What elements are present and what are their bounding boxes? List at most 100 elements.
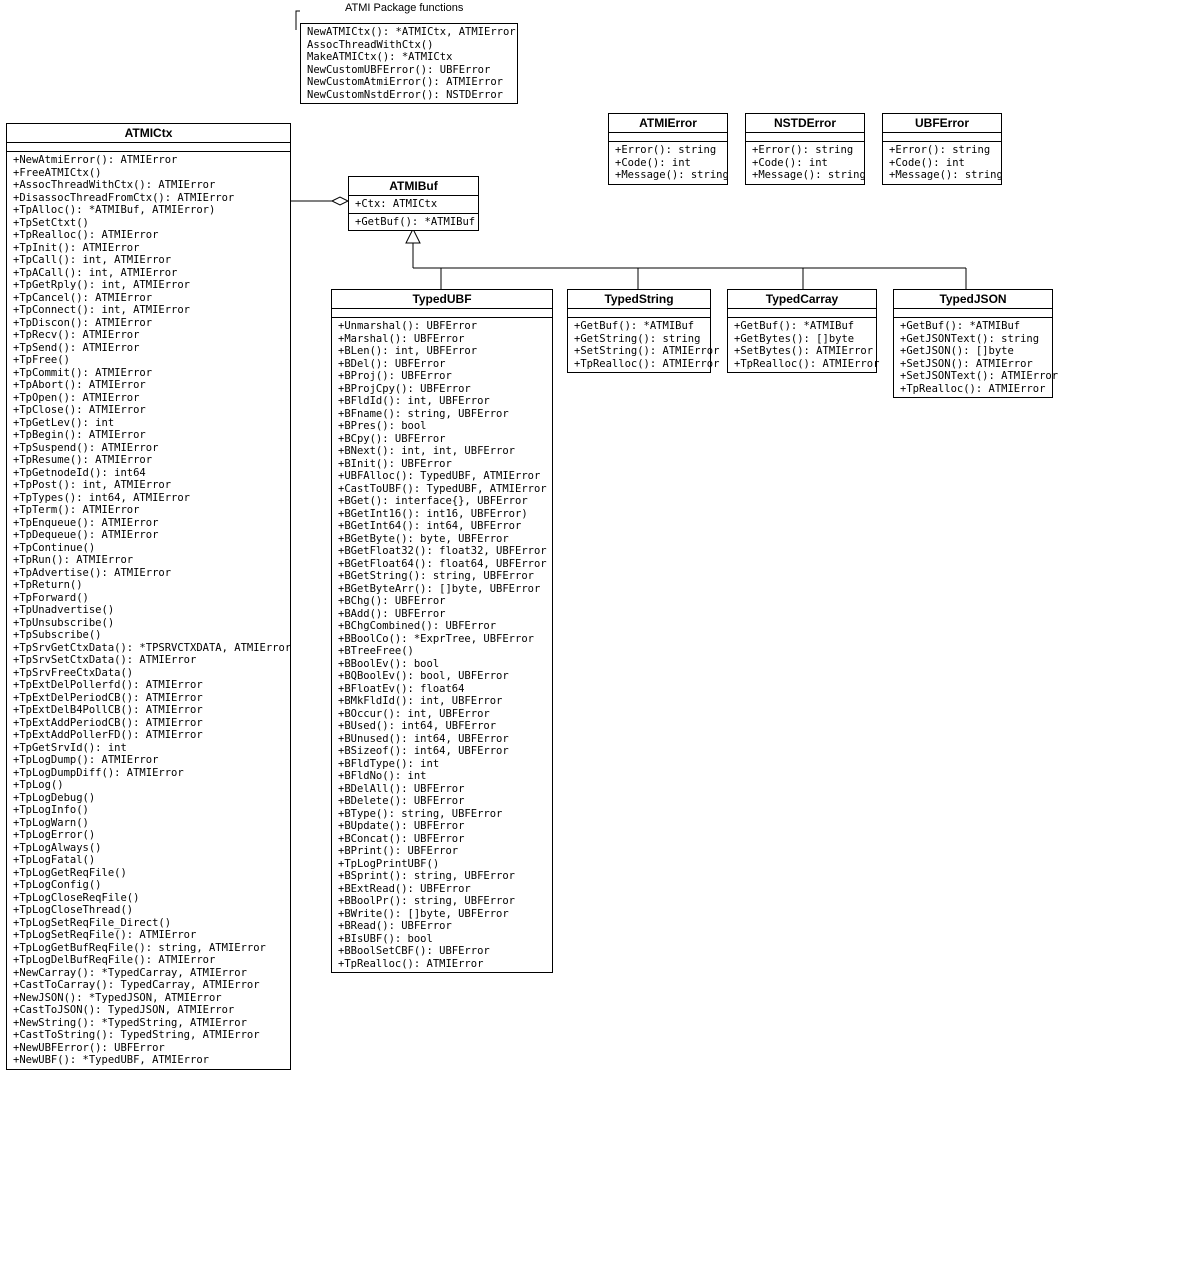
class-empty-section [332,309,552,318]
method-item: +TpCancel(): ATMIError [13,292,284,305]
method-item: +Unmarshal(): UBFError [338,320,546,333]
method-item: +TpLogDelBufReqFile(): ATMIError [13,954,284,967]
class-methods: +GetBuf(): *ATMIBuf +GetJSONText(): stri… [894,318,1052,397]
class-methods: +GetBuf(): *ATMIBuf +GetBytes(): []byte … [728,318,876,372]
method-item: +TpGetRply(): int, ATMIError [13,279,284,292]
method-item: +Error(): string [889,144,995,157]
class-methods: +GetBuf(): *ATMIBuf +GetString(): string… [568,318,710,372]
class-title: UBFError [883,114,1001,133]
method-item: +Message(): string [615,169,721,182]
class-methods: +Error(): string +Code(): int +Message()… [609,142,727,184]
method-item: +TpLogFatal() [13,854,284,867]
method-item: +BProjCpy(): UBFError [338,383,546,396]
method-item: +TpOpen(): ATMIError [13,392,284,405]
method-item: +GetBuf(): *ATMIBuf [900,320,1046,333]
method-item: +TpTypes(): int64, ATMIError [13,492,284,505]
method-item: +BUnused(): int64, UBFError [338,733,546,746]
method-item: NewCustomAtmiError(): ATMIError [307,76,511,89]
method-item: +GetJSONText(): string [900,333,1046,346]
method-item: +Error(): string [615,144,721,157]
method-item: +TpForward() [13,592,284,605]
method-item: +GetString(): string [574,333,704,346]
method-item: NewCustomNstdError(): NSTDError [307,89,511,102]
method-item: +DisassocThreadFromCtx(): ATMIError [13,192,284,205]
method-item: +BProj(): UBFError [338,370,546,383]
class-empty-section [746,133,864,142]
method-item: +BFldId(): int, UBFError [338,395,546,408]
method-item: +BSprint(): string, UBFError [338,870,546,883]
class-empty-section [894,309,1052,318]
method-item: +BDelAll(): UBFError [338,783,546,796]
method-item: +TpCall(): int, ATMIError [13,254,284,267]
member-item: +Ctx: ATMICtx [355,198,472,211]
class-title: TypedJSON [894,290,1052,309]
method-item: +TpConnect(): int, ATMIError [13,304,284,317]
method-item: +BWrite(): []byte, UBFError [338,908,546,921]
method-item: +NewString(): *TypedString, ATMIError [13,1017,284,1030]
method-item: +TpReturn() [13,579,284,592]
class-atmictx: ATMICtx +NewAtmiError(): ATMIError+FreeA… [6,123,291,1070]
class-methods: +NewAtmiError(): ATMIError+FreeATMICtx()… [7,152,290,1069]
method-item: +TpLogCloseReqFile() [13,892,284,905]
method-item: +BAdd(): UBFError [338,608,546,621]
method-item: +AssocThreadWithCtx(): ATMIError [13,179,284,192]
method-item: NewATMICtx(): *ATMICtx, ATMIError [307,26,511,39]
method-item: +TpExtDelPollerfd(): ATMIError [13,679,284,692]
method-item: +SetBytes(): ATMIError [734,345,870,358]
method-item: +TpSend(): ATMIError [13,342,284,355]
class-methods: +Error(): string +Code(): int +Message()… [883,142,1001,184]
method-item: +TpCommit(): ATMIError [13,367,284,380]
class-typedubf: TypedUBF +Unmarshal(): UBFError+Marshal(… [331,289,553,973]
method-item: +BGetInt64(): int64, UBFError [338,520,546,533]
method-item: +BFldNo(): int [338,770,546,783]
method-item: +BTreeFree() [338,645,546,658]
method-item: +BGetString(): string, UBFError [338,570,546,583]
method-item: +TpLog() [13,779,284,792]
method-item: +TpAlloc(): *ATMIBuf, ATMIError) [13,204,284,217]
method-item: +GetBytes(): []byte [734,333,870,346]
method-item: +TpLogGetReqFile() [13,867,284,880]
class-typedjson: TypedJSON +GetBuf(): *ATMIBuf +GetJSONTe… [893,289,1053,398]
method-item: +TpSrvSetCtxData(): ATMIError [13,654,284,667]
class-empty-section [883,133,1001,142]
method-item: +TpLogCloseThread() [13,904,284,917]
class-title: TypedCarray [728,290,876,309]
class-methods: +Unmarshal(): UBFError+Marshal(): UBFErr… [332,318,552,972]
method-item: +CastToCarray(): TypedCarray, ATMIError [13,979,284,992]
method-item: +Message(): string [889,169,995,182]
method-item: +BGetFloat32(): float32, UBFError [338,545,546,558]
method-item: +BBoolCo(): *ExprTree, UBFError [338,633,546,646]
method-item: +TpGetnodeId(): int64 [13,467,284,480]
method-item: +TpLogSetReqFile(): ATMIError [13,929,284,942]
method-item: +BGetInt16(): int16, UBFError) [338,508,546,521]
method-item: +GetJSON(): []byte [900,345,1046,358]
class-ubferror: UBFError +Error(): string +Code(): int +… [882,113,1002,185]
method-item: +TpRun(): ATMIError [13,554,284,567]
method-item: +BGet(): interface{}, UBFError [338,495,546,508]
method-item: +TpResume(): ATMIError [13,454,284,467]
class-package-functions: NewATMICtx(): *ATMICtx, ATMIError AssocT… [300,23,518,104]
method-item: +BNext(): int, int, UBFError [338,445,546,458]
method-item: +TpContinue() [13,542,284,555]
method-item: +TpClose(): ATMIError [13,404,284,417]
method-item: +NewUBF(): *TypedUBF, ATMIError [13,1054,284,1067]
method-item: NewCustomUBFError(): UBFError [307,64,511,77]
method-item: AssocThreadWithCtx() [307,39,511,52]
method-item: +BGetByteArr(): []byte, UBFError [338,583,546,596]
method-item: +Code(): int [889,157,995,170]
method-item: +TpLogError() [13,829,284,842]
method-item: +NewJSON(): *TypedJSON, ATMIError [13,992,284,1005]
method-item: +TpUnadvertise() [13,604,284,617]
method-item: +GetBuf(): *ATMIBuf [574,320,704,333]
method-item: +TpGetSrvId(): int [13,742,284,755]
method-item: +BExtRead(): UBFError [338,883,546,896]
class-methods: +GetBuf(): *ATMIBuf [349,214,478,231]
method-item: +Message(): string [752,169,858,182]
method-item: +BDelete(): UBFError [338,795,546,808]
method-item: +TpAbort(): ATMIError [13,379,284,392]
method-item: +TpSrvGetCtxData(): *TPSRVCTXDATA, ATMIE… [13,642,284,655]
method-item: +BGetByte(): byte, UBFError [338,533,546,546]
method-item: +BFname(): string, UBFError [338,408,546,421]
method-item: +TpRecv(): ATMIError [13,329,284,342]
method-item: +TpLogSetReqFile_Direct() [13,917,284,930]
